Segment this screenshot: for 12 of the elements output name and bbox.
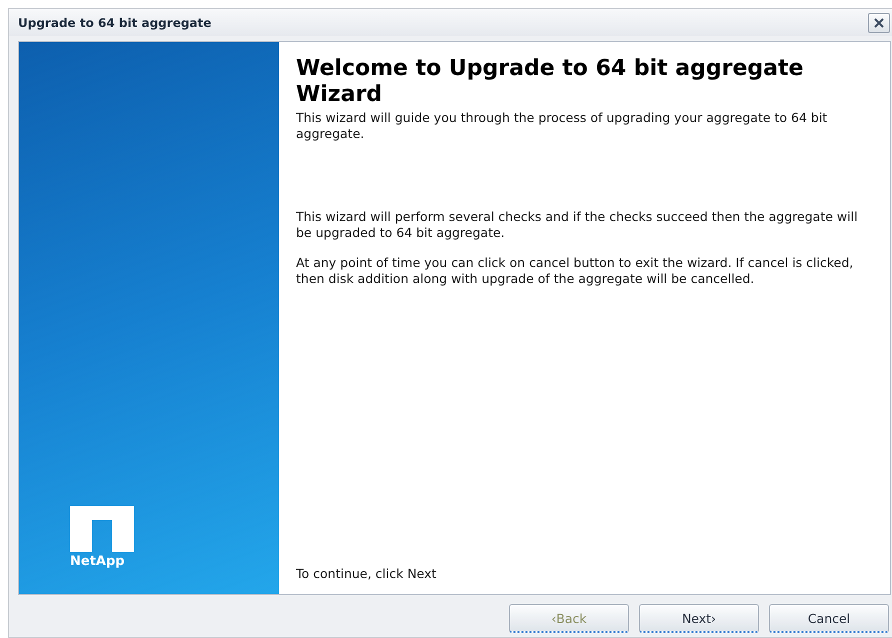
description-text: At any point of time you can click on cancel button to exit the wizard. If cancel is clicked, then disk addition along with upgrade of the aggregate will be cancelled. xyxy=(296,255,854,287)
description-text: This wizard will guide you through the process of upgrading your aggregate to 64 bit aggregate. xyxy=(296,110,828,142)
wizard-button[interactable]: Cancel xyxy=(769,604,889,633)
window-title: Upgrade to 64 bit aggregate xyxy=(18,16,212,30)
instruction-text: To continue, click Next xyxy=(296,566,438,582)
brand-name: NetApp xyxy=(70,554,125,569)
wizard-heading: Welcome to Upgrade to 64 bit aggregate Wizard xyxy=(296,56,804,108)
description-text: This wizard will perform several checks and if the checks succeed then the aggregate will be upgraded to 64 bit aggregate. xyxy=(296,209,859,241)
logo-icon xyxy=(70,506,134,552)
close-icon xyxy=(874,18,884,28)
close-button[interactable] xyxy=(868,12,890,32)
wizard-button[interactable]: Next› xyxy=(639,604,759,633)
